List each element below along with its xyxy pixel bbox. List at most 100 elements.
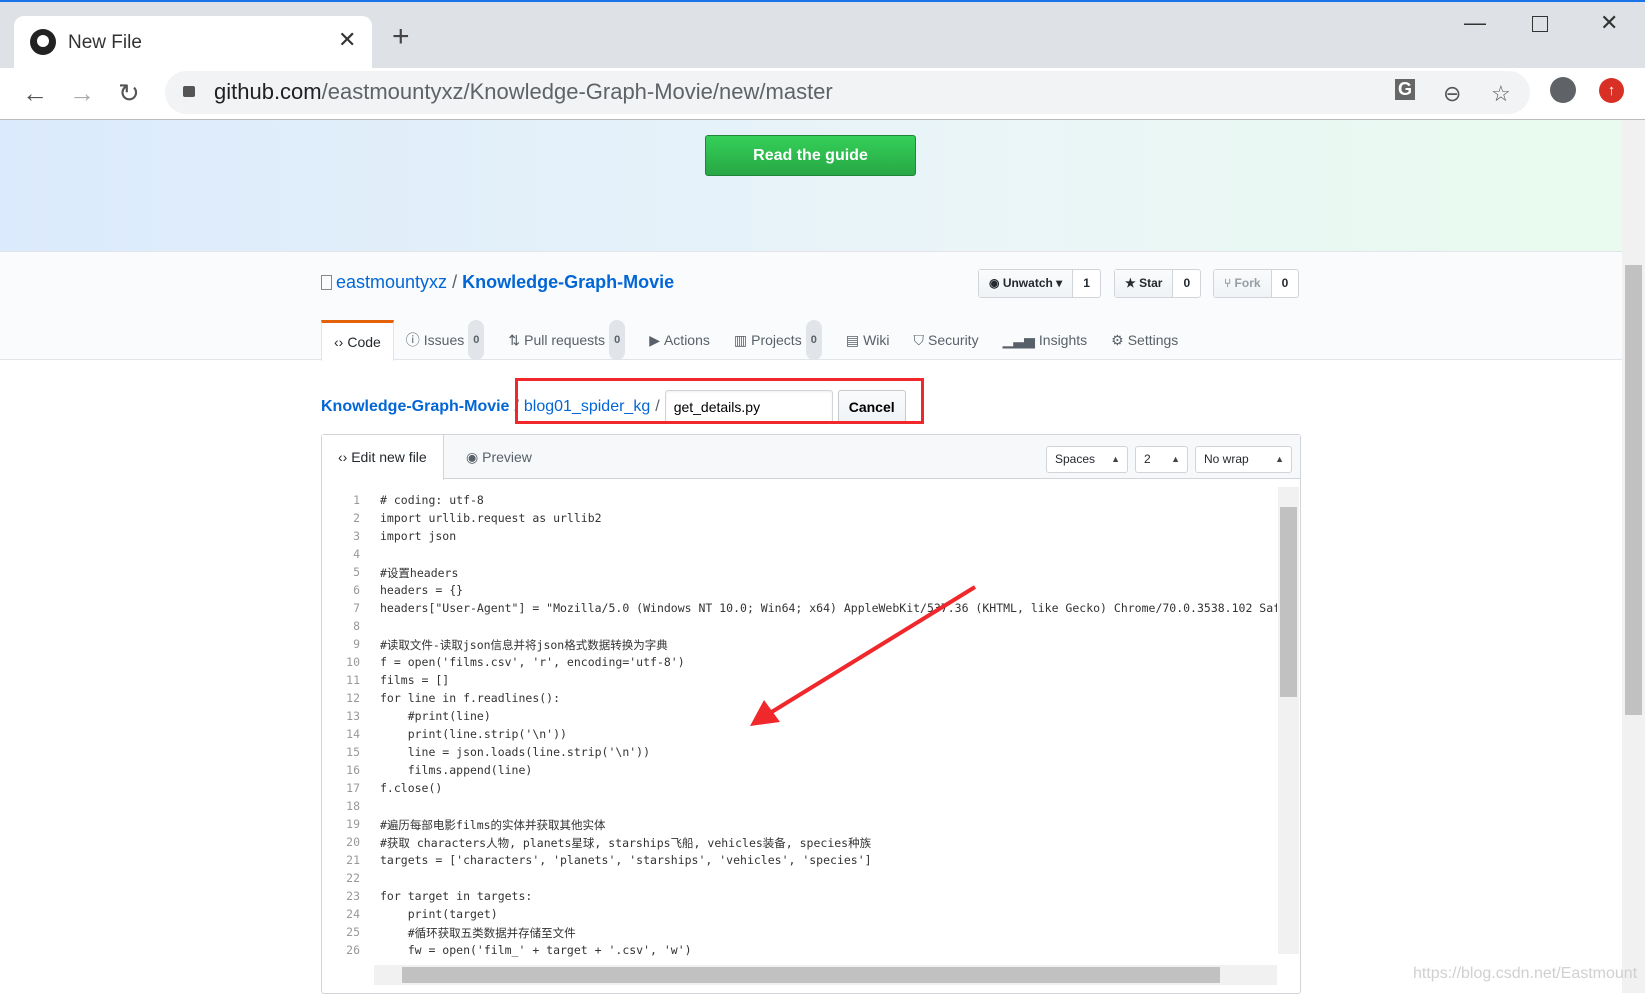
line-number: 1 (353, 493, 360, 507)
code-line[interactable]: for target in targets: (380, 889, 532, 903)
watch-count[interactable]: 1 (1073, 270, 1100, 297)
scrollbar-thumb[interactable] (1625, 265, 1642, 715)
shield-icon: ⛉ (913, 332, 925, 348)
tab-pull-requests[interactable]: ⇅ Pull requests 0 (496, 320, 637, 360)
tab-insights[interactable]: ▁▃▅ Insights (991, 320, 1100, 360)
code-line[interactable]: # coding: utf-8 (380, 493, 484, 507)
line-number: 6 (353, 583, 360, 597)
code-line[interactable]: targets = ['characters', 'planets', 'sta… (380, 853, 872, 867)
address-bar[interactable]: github.com/eastmountyxz/Knowledge-Graph-… (165, 71, 1530, 114)
line-number: 2 (353, 511, 360, 525)
code-line[interactable]: films = [] (380, 673, 449, 687)
line-number: 12 (346, 691, 360, 705)
repo-name-link[interactable]: Knowledge-Graph-Movie (462, 272, 674, 292)
code-line[interactable]: #遍历每部电影films的实体并获取其他实体 (380, 817, 606, 833)
tab-projects[interactable]: ▥ Projects 0 (722, 320, 834, 360)
wrap-mode-select[interactable]: No wrap ▲ (1195, 446, 1292, 473)
lock-icon (183, 86, 195, 97)
tab-preview[interactable]: ◉ Preview (450, 435, 548, 479)
star-count[interactable]: 0 (1173, 270, 1200, 297)
tab-settings[interactable]: ⚙ Settings (1099, 320, 1190, 360)
repo-icon (321, 275, 332, 290)
code-icon: ‹› (334, 334, 344, 350)
tab-wiki[interactable]: ▤ Wiki (834, 320, 902, 360)
line-number: 14 (346, 727, 360, 741)
tab-actions[interactable]: ▶ Actions (637, 320, 722, 360)
tab-edit-new-file[interactable]: ‹› Edit new file (322, 435, 444, 480)
profile-avatar-icon[interactable] (1550, 77, 1576, 103)
gear-icon: ⚙ (1111, 332, 1124, 348)
line-number: 13 (346, 709, 360, 723)
line-number: 11 (346, 673, 360, 687)
code-line[interactable]: #print(line) (380, 709, 491, 723)
code-line[interactable]: import json (380, 529, 456, 543)
line-number: 8 (353, 619, 360, 633)
minimize-icon[interactable]: — (1464, 10, 1486, 36)
separator: / (452, 272, 458, 292)
code-line[interactable]: headers = {} (380, 583, 463, 597)
read-guide-button[interactable]: Read the guide (705, 135, 916, 176)
line-number: 25 (346, 925, 360, 939)
tab-label: Actions (663, 332, 710, 348)
editor-header: ‹› Edit new file ◉ Preview Spaces ▲ 2 ▲ No… (322, 435, 1300, 480)
code-line[interactable]: print(line.strip('\n')) (380, 727, 567, 741)
editor-horizontal-scrollbar[interactable] (374, 965, 1277, 985)
tab-label: Wiki (863, 332, 890, 348)
line-number: 21 (346, 853, 360, 867)
new-tab-button[interactable]: + (392, 20, 410, 54)
tab-issues[interactable]: ⓘ Issues 0 (394, 320, 497, 360)
scrollbar-thumb[interactable] (1280, 507, 1297, 697)
fork-button[interactable]: ⑂ Fork 0 (1213, 269, 1300, 298)
highlight-box-annotation (515, 378, 924, 424)
code-line[interactable]: headers["User-Agent"] = "Mozilla/5.0 (Wi… (380, 601, 1277, 615)
line-number: 23 (346, 889, 360, 903)
tab-security[interactable]: ⛉ Security (902, 320, 991, 360)
code-line[interactable]: #循环获取五类数据并存储至文件 (380, 925, 576, 941)
tab-close-icon[interactable]: ✕ (338, 27, 356, 53)
code-line[interactable]: import urllib.request as urllib2 (380, 511, 602, 525)
page-scrollbar[interactable] (1622, 120, 1645, 993)
code-line[interactable]: line = json.loads(line.strip('\n')) (380, 745, 650, 759)
code-line[interactable]: print(target) (380, 907, 498, 921)
window-close-icon[interactable]: ✕ (1600, 10, 1618, 36)
tab-label: Security (928, 332, 979, 348)
code-line[interactable]: f = open('films.csv', 'r', encoding='utf… (380, 655, 685, 669)
tab-code[interactable]: ‹› Code (321, 320, 394, 361)
browser-tab[interactable]: New File ✕ (14, 16, 372, 70)
code-area[interactable]: 1 # coding: utf-8 2 import urllib.request a… (322, 481, 1277, 961)
star-button[interactable]: ★ Star 0 (1114, 269, 1202, 298)
line-number: 20 (346, 835, 360, 849)
editor-vertical-scrollbar[interactable] (1278, 487, 1299, 954)
fork-count[interactable]: 0 (1272, 270, 1299, 297)
indent-size-select[interactable]: 2 ▲ (1135, 446, 1188, 473)
tab-label: Settings (1127, 332, 1179, 348)
scrollbar-thumb[interactable] (402, 967, 1220, 983)
unwatch-button[interactable]: ◉ Unwatch ▾ 1 (978, 269, 1101, 298)
line-number: 26 (346, 943, 360, 957)
fork-icon: ⑂ (1224, 276, 1235, 290)
update-icon[interactable]: ↑ (1599, 78, 1624, 103)
repo-owner-link[interactable]: eastmountyxz (336, 272, 447, 292)
zoom-out-icon[interactable]: ⊖ (1443, 81, 1461, 107)
code-line[interactable]: #读取文件-读取json信息并将json格式数据转换为字典 (380, 637, 668, 653)
issues-count: 0 (468, 320, 485, 360)
bookmark-star-icon[interactable]: ☆ (1491, 81, 1511, 107)
code-line[interactable]: for line in f.readlines(): (380, 691, 560, 705)
code-line[interactable]: f.close() (380, 781, 442, 795)
repo-title: eastmountyxz / Knowledge-Graph-Movie (321, 272, 674, 293)
code-line[interactable]: #获取 characters人物, planets星球, starships飞船… (380, 835, 871, 851)
select-value: 2 (1144, 452, 1151, 466)
back-icon[interactable]: ← (22, 78, 48, 109)
forward-icon[interactable]: → (69, 78, 95, 109)
code-line[interactable]: #设置headers (380, 565, 458, 581)
code-line[interactable]: films.append(line) (380, 763, 533, 777)
code-line[interactable]: fw = open('film_' + target + '.csv', 'w'… (380, 943, 692, 957)
translate-icon[interactable]: G (1395, 79, 1416, 100)
maximize-icon[interactable] (1532, 16, 1548, 32)
tab-title: New File (68, 32, 142, 53)
breadcrumb-repo-link[interactable]: Knowledge-Graph-Movie (321, 398, 509, 416)
tab-label: Issues (423, 332, 465, 348)
indent-mode-select[interactable]: Spaces ▲ (1046, 446, 1128, 473)
reload-icon[interactable]: ↻ (118, 78, 140, 109)
code-icon: ‹› (338, 449, 352, 465)
